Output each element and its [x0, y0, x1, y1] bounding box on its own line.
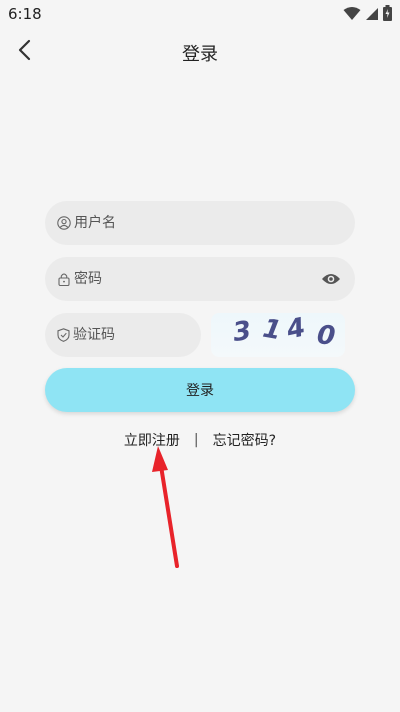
status-bar: 6:18	[0, 0, 400, 28]
battery-charging-icon	[383, 5, 392, 25]
app-bar: 登录	[0, 28, 400, 76]
status-time: 6:18	[8, 5, 42, 23]
password-input[interactable]	[74, 257, 355, 301]
captcha-char: 3	[231, 315, 254, 349]
link-separator: |	[193, 432, 199, 448]
password-field[interactable]	[45, 257, 355, 301]
eye-icon[interactable]	[321, 269, 341, 289]
auth-links: 立即注册 | 忘记密码?	[0, 430, 400, 450]
page-title: 登录	[182, 44, 218, 65]
captcha-char: 0	[315, 320, 337, 352]
captcha-field[interactable]	[45, 313, 247, 357]
user-icon	[57, 216, 71, 230]
username-field[interactable]	[45, 201, 355, 245]
shield-icon	[57, 328, 70, 342]
forgot-password-link[interactable]: 忘记密码?	[213, 430, 276, 450]
register-link[interactable]: 立即注册	[124, 430, 180, 450]
captcha-image[interactable]: 3 1 4 0	[211, 313, 345, 357]
captcha-char: 1	[260, 313, 284, 347]
signal-icon	[365, 6, 379, 25]
status-icons	[343, 5, 392, 25]
lock-icon	[57, 272, 71, 286]
captcha-char: 4	[284, 313, 309, 346]
wifi-icon	[343, 6, 361, 25]
username-input[interactable]	[74, 201, 355, 245]
login-button[interactable]: 登录	[45, 368, 355, 412]
